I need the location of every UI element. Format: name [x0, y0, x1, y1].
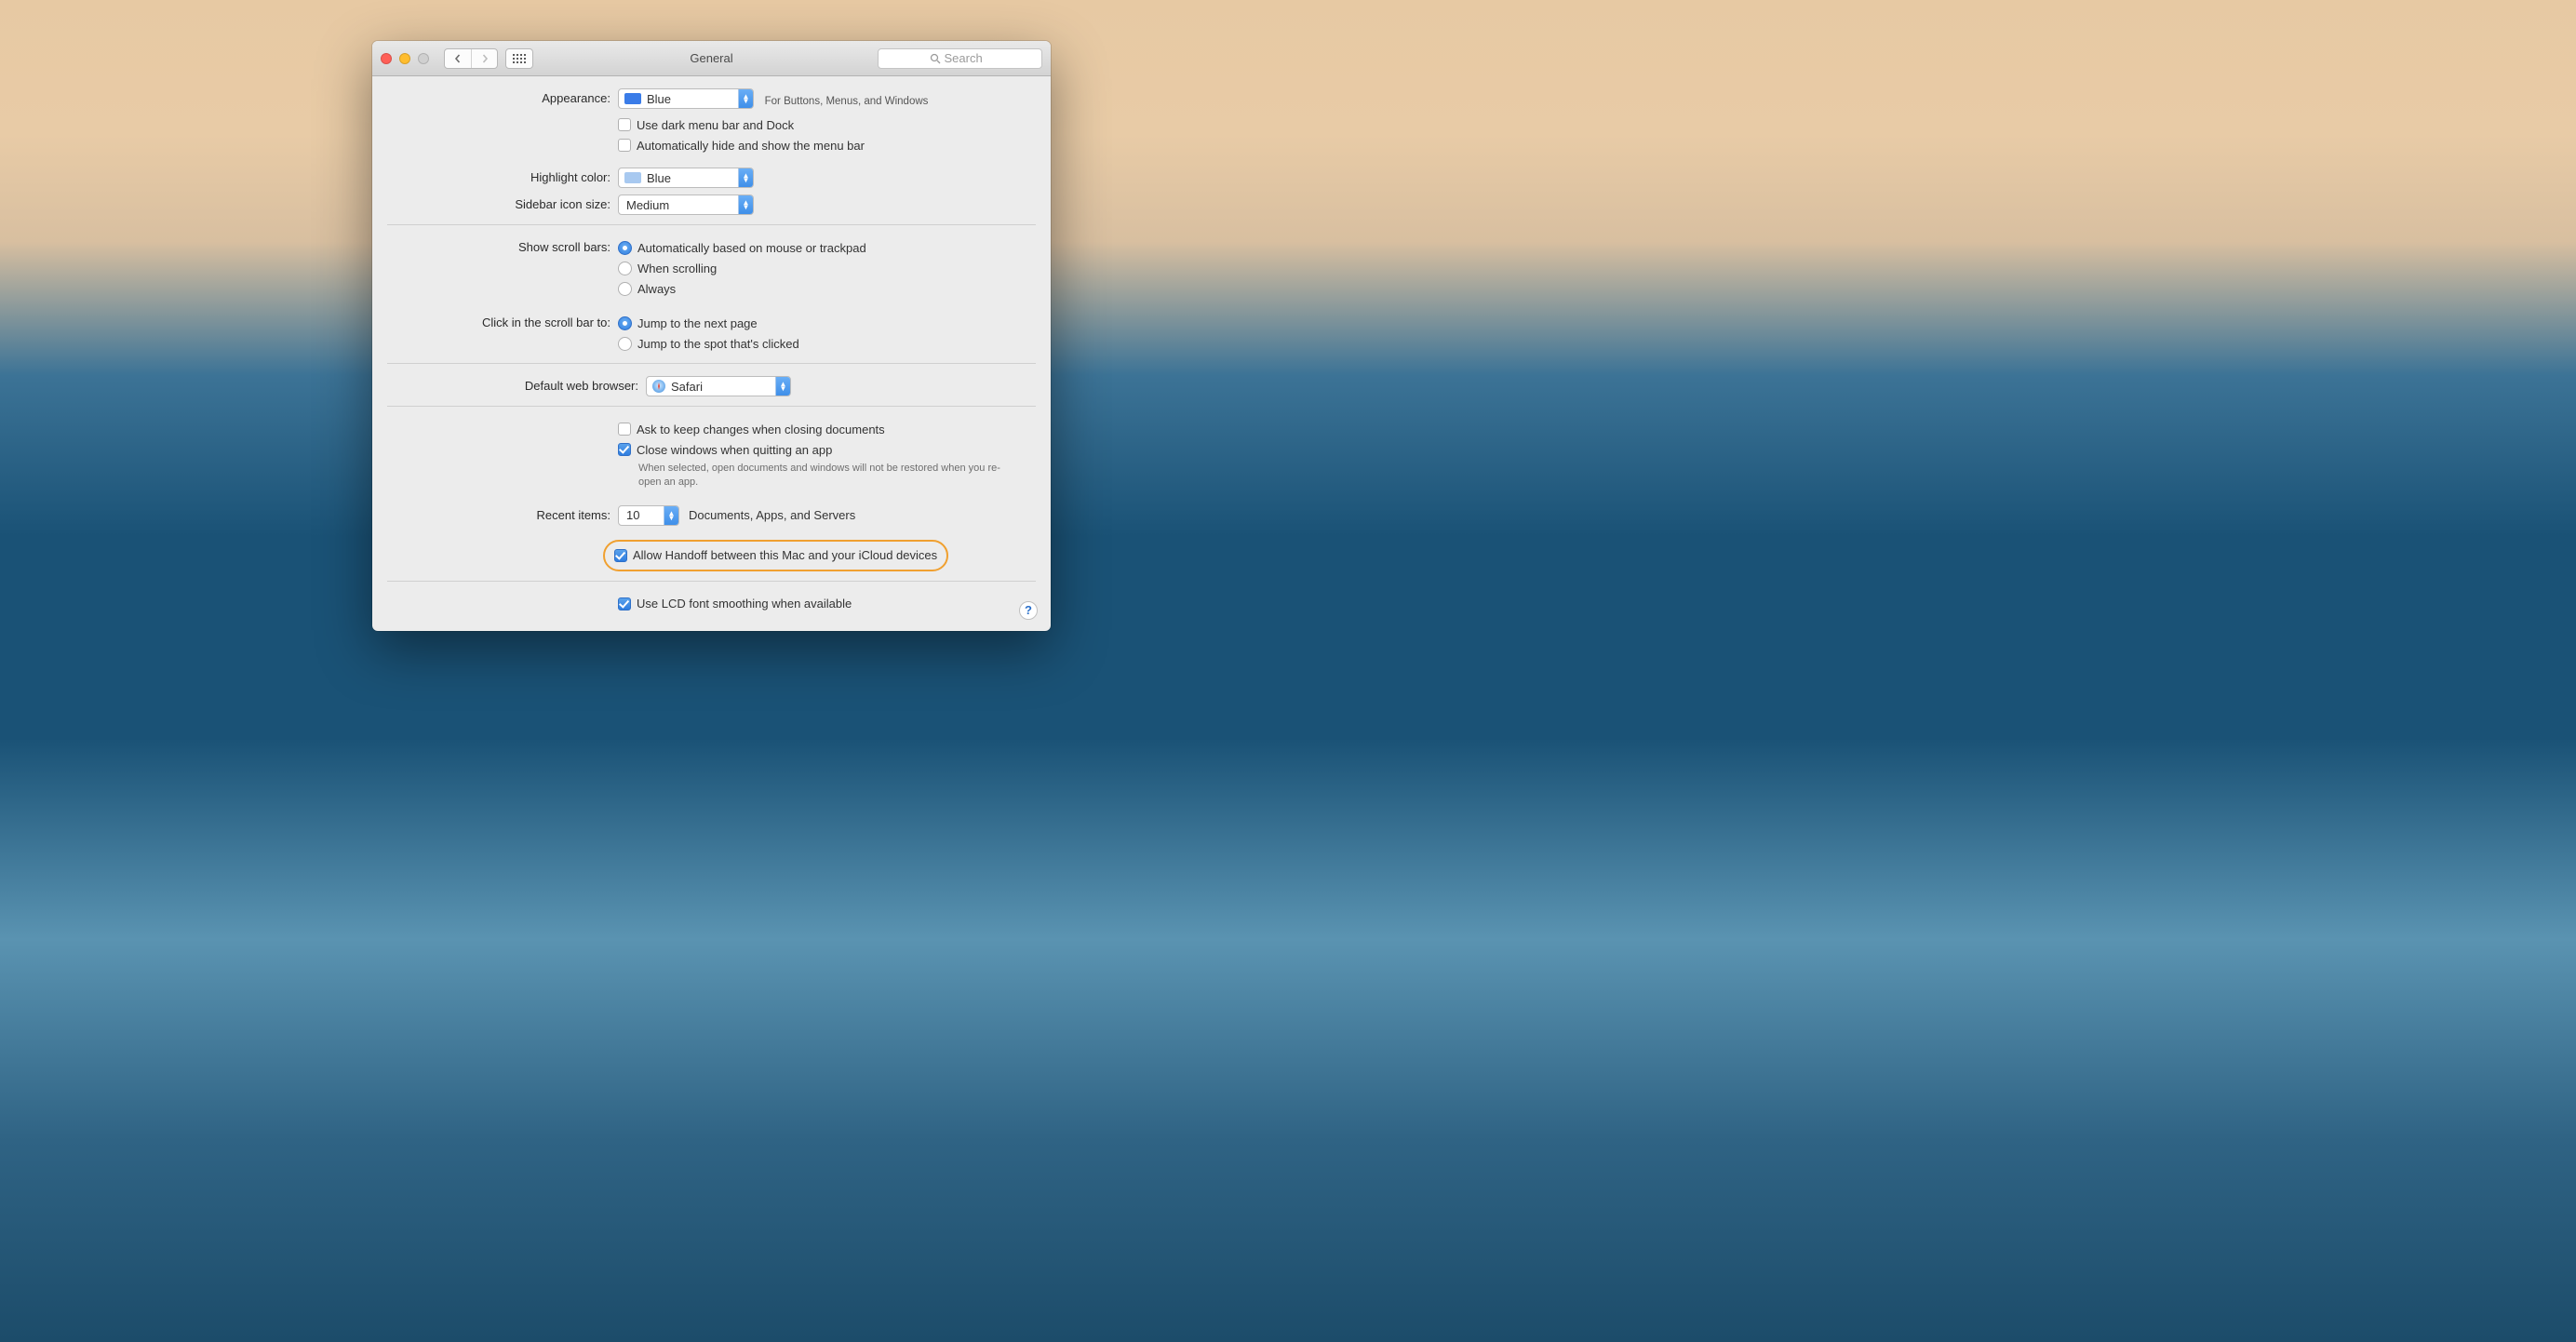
scrollbars-option-always: Always: [637, 282, 676, 296]
highlight-label: Highlight color:: [387, 167, 618, 184]
divider: [387, 363, 1036, 364]
close-windows-label: Close windows when quitting an app: [637, 443, 832, 457]
scrollbars-radio-auto[interactable]: [618, 241, 632, 255]
search-field[interactable]: [878, 48, 1042, 69]
divider: [387, 224, 1036, 225]
handoff-label: Allow Handoff between this Mac and your …: [633, 548, 937, 562]
highlight-value: Blue: [641, 171, 738, 185]
highlight-swatch: [624, 172, 641, 183]
appearance-swatch: [624, 93, 641, 104]
safari-icon: [652, 380, 665, 393]
scrollclick-option-page: Jump to the next page: [637, 316, 758, 330]
show-all-button[interactable]: [505, 48, 533, 69]
updown-icon: ▲▼: [738, 195, 753, 214]
handoff-highlight: Allow Handoff between this Mac and your …: [603, 540, 948, 571]
browser-label: Default web browser:: [387, 375, 646, 393]
updown-icon: ▲▼: [738, 89, 753, 108]
window-controls: [381, 53, 429, 64]
recent-items-value: 10: [619, 508, 664, 522]
browser-popup[interactable]: Safari ▲▼: [646, 376, 791, 396]
nav-back-forward: [444, 48, 498, 69]
appearance-value: Blue: [641, 92, 738, 106]
chevron-right-icon: [480, 54, 490, 63]
scrollbars-radio-always[interactable]: [618, 282, 632, 296]
appearance-label: Appearance:: [387, 87, 618, 105]
highlight-popup[interactable]: Blue ▲▼: [618, 168, 754, 188]
lcd-smoothing-label: Use LCD font smoothing when available: [637, 597, 852, 611]
appearance-hint: For Buttons, Menus, and Windows: [765, 96, 929, 107]
scrollbars-radio-scrolling[interactable]: [618, 262, 632, 275]
updown-icon: ▲▼: [664, 506, 678, 525]
ask-changes-label: Ask to keep changes when closing documen…: [637, 423, 885, 436]
dark-menu-checkbox[interactable]: [618, 118, 631, 131]
scrollbars-option-auto: Automatically based on mouse or trackpad: [637, 241, 866, 255]
appearance-popup[interactable]: Blue ▲▼: [618, 88, 754, 109]
dark-menu-label: Use dark menu bar and Dock: [637, 118, 794, 132]
forward-button[interactable]: [471, 49, 497, 68]
close-window-button[interactable]: [381, 53, 392, 64]
divider: [387, 406, 1036, 407]
lcd-smoothing-checkbox[interactable]: [618, 597, 631, 611]
general-prefs-window: General Appearance: Blue ▲▼ For Buttons,…: [372, 41, 1051, 631]
grid-icon: [513, 54, 526, 63]
scrollclick-option-spot: Jump to the spot that's clicked: [637, 337, 799, 351]
autohide-menubar-checkbox[interactable]: [618, 139, 631, 152]
scrollclick-radio-spot[interactable]: [618, 337, 632, 351]
ask-changes-checkbox[interactable]: [618, 423, 631, 436]
updown-icon: ▲▼: [738, 168, 753, 187]
titlebar: General: [372, 41, 1051, 76]
scrollclick-radio-page[interactable]: [618, 316, 632, 330]
back-button[interactable]: [445, 49, 471, 68]
sidebar-size-label: Sidebar icon size:: [387, 194, 618, 211]
recent-items-popup[interactable]: 10 ▲▼: [618, 505, 679, 526]
recent-items-label: Recent items:: [387, 504, 618, 522]
content-area: Appearance: Blue ▲▼ For Buttons, Menus, …: [372, 76, 1051, 631]
sidebar-size-popup[interactable]: Medium ▲▼: [618, 195, 754, 215]
close-windows-note: When selected, open documents and window…: [638, 462, 1001, 490]
search-icon: [930, 53, 941, 64]
scrollbars-label: Show scroll bars:: [387, 236, 618, 254]
search-input[interactable]: [945, 51, 991, 65]
scrollbars-option-scrolling: When scrolling: [637, 262, 717, 275]
minimize-window-button[interactable]: [399, 53, 410, 64]
help-button[interactable]: ?: [1019, 601, 1038, 620]
close-windows-checkbox[interactable]: [618, 443, 631, 456]
chevron-left-icon: [453, 54, 463, 63]
scrollclick-label: Click in the scroll bar to:: [387, 312, 618, 329]
autohide-menubar-label: Automatically hide and show the menu bar: [637, 139, 865, 153]
updown-icon: ▲▼: [775, 377, 790, 396]
divider: [387, 581, 1036, 582]
recent-items-suffix: Documents, Apps, and Servers: [689, 508, 855, 522]
zoom-window-button[interactable]: [418, 53, 429, 64]
browser-value: Safari: [665, 380, 775, 394]
handoff-checkbox[interactable]: [614, 549, 627, 562]
sidebar-size-value: Medium: [619, 198, 738, 212]
